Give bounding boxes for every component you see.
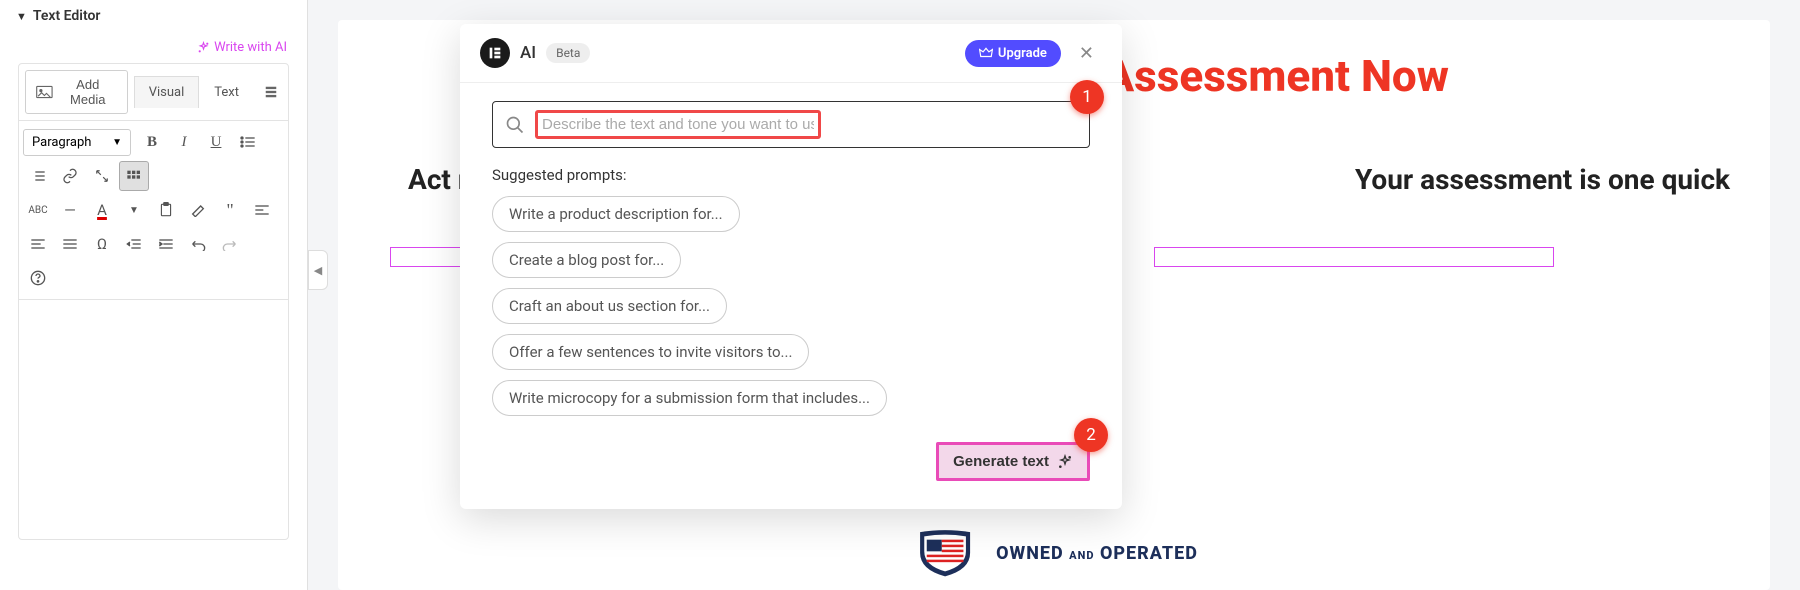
prompt-chip[interactable]: Create a blog post for... xyxy=(492,242,681,278)
underline-button[interactable]: U xyxy=(201,127,231,157)
upgrade-label: Upgrade xyxy=(998,46,1047,61)
prompt-chips-list: Write a product description for... Creat… xyxy=(492,196,1090,416)
align-left-button[interactable] xyxy=(23,229,53,259)
sparkle-icon xyxy=(1057,454,1073,470)
ai-dialog-header: AI Beta Upgrade ✕ xyxy=(460,24,1122,83)
hr-button[interactable]: — xyxy=(55,195,85,225)
link-button[interactable] xyxy=(55,161,85,191)
ai-dialog-body: 1 Suggested prompts: Write a product des… xyxy=(460,83,1122,509)
paste-button[interactable] xyxy=(151,195,181,225)
element-selection-right[interactable] xyxy=(1154,247,1554,267)
flag-shield-icon xyxy=(910,528,980,578)
panel-title-text: Text Editor xyxy=(33,8,101,24)
elementor-logo-icon xyxy=(480,38,510,68)
fullscreen-button[interactable] xyxy=(87,161,117,191)
generate-text-button[interactable]: Generate text xyxy=(936,442,1090,481)
prompt-chip[interactable]: Offer a few sentences to invite visitors… xyxy=(492,334,809,370)
paragraph-select[interactable]: Paragraph ▼ xyxy=(23,129,131,156)
add-media-label: Add Media xyxy=(59,77,117,107)
outdent-button[interactable] xyxy=(119,229,149,259)
annotation-marker-1: 1 xyxy=(1070,80,1104,114)
ai-input-wrap: 1 xyxy=(492,101,1090,148)
generate-label: Generate text xyxy=(953,453,1049,470)
special-char-button[interactable]: Ω xyxy=(87,229,117,259)
toolbar-toggle-button[interactable] xyxy=(119,161,149,191)
ai-prompt-input[interactable] xyxy=(538,113,818,136)
search-icon xyxy=(505,115,525,135)
annotation-marker-2: 2 xyxy=(1074,418,1108,452)
prompt-chip[interactable]: Write a product description for... xyxy=(492,196,740,232)
align-button[interactable] xyxy=(247,195,277,225)
rich-editor-panel: Add Media Visual Text Paragraph ▼ B I U xyxy=(18,63,289,540)
italic-button[interactable]: I xyxy=(169,127,199,157)
clear-format-button[interactable] xyxy=(183,195,213,225)
media-icon xyxy=(36,85,53,99)
upgrade-button[interactable]: Upgrade xyxy=(965,40,1061,67)
generate-wrap: Generate text 2 xyxy=(492,442,1090,481)
crown-icon xyxy=(979,47,993,59)
ai-dialog: AI Beta Upgrade ✕ 1 Suggested prompts: W… xyxy=(460,24,1122,509)
ordered-list-button[interactable] xyxy=(23,161,53,191)
add-media-button[interactable]: Add Media xyxy=(25,70,128,114)
undo-button[interactable] xyxy=(183,229,213,259)
editor-sidebar: ▼ Text Editor Write with AI Add Media Vi… xyxy=(0,0,308,590)
bold-button[interactable]: B xyxy=(137,127,167,157)
editor-toolbar: Paragraph ▼ B I U xyxy=(19,120,288,299)
list-button[interactable] xyxy=(233,127,263,157)
indent-button[interactable] xyxy=(151,229,181,259)
prompt-chip[interactable]: Craft an about us section for... xyxy=(492,288,727,324)
panel-title[interactable]: ▼ Text Editor xyxy=(0,0,307,32)
editor-content-area[interactable] xyxy=(19,299,288,539)
ai-dialog-title: AI xyxy=(520,43,536,63)
align-justify-button[interactable] xyxy=(55,229,85,259)
strikethrough-button[interactable]: ABC xyxy=(23,195,53,225)
suggested-prompts-label: Suggested prompts: xyxy=(492,166,1090,184)
tab-settings-icon[interactable] xyxy=(254,77,288,107)
color-dropdown[interactable]: ▼ xyxy=(119,195,149,225)
hero-subtitle-right: Your assessment is one quick xyxy=(1355,163,1730,196)
editor-tabs-row: Add Media Visual Text xyxy=(19,64,288,120)
prompt-chip[interactable]: Write microcopy for a submission form th… xyxy=(492,380,887,416)
input-highlight-box xyxy=(535,110,821,139)
tab-visual[interactable]: Visual xyxy=(134,76,200,108)
collapse-caret-icon: ▼ xyxy=(16,10,27,23)
text-color-button[interactable]: A xyxy=(87,195,117,225)
redo-button[interactable] xyxy=(215,229,245,259)
quote-button[interactable]: " xyxy=(215,195,245,225)
chevron-down-icon: ▼ xyxy=(112,137,122,148)
beta-badge: Beta xyxy=(546,43,590,63)
tab-text[interactable]: Text xyxy=(199,76,254,109)
help-button[interactable] xyxy=(23,263,53,293)
owned-operated-badge: OWNED AND OPERATED xyxy=(910,528,1198,578)
write-ai-label: Write with AI xyxy=(214,40,287,55)
sparkle-icon xyxy=(197,41,210,54)
write-with-ai-link[interactable]: Write with AI xyxy=(0,32,307,63)
close-button[interactable]: ✕ xyxy=(1071,39,1102,68)
